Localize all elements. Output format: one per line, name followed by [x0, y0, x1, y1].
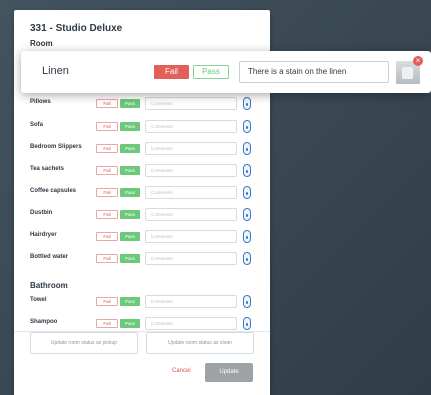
- update-status-clean-button[interactable]: Update room status as clean: [146, 332, 254, 354]
- pass-button[interactable]: Pass: [120, 254, 140, 263]
- fail-button[interactable]: Fail: [96, 254, 118, 263]
- item-label: Bottled water: [30, 254, 69, 260]
- room-title: 331 - Studio Deluxe: [30, 23, 123, 34]
- fail-button[interactable]: Fail: [96, 166, 118, 175]
- comments-input[interactable]: Comments: [145, 295, 237, 308]
- fail-button[interactable]: Fail: [96, 210, 118, 219]
- fail-button[interactable]: Fail: [96, 319, 118, 328]
- pass-button[interactable]: Pass: [120, 297, 140, 306]
- pass-button[interactable]: Pass: [120, 188, 140, 197]
- item-label: Pillows: [30, 99, 51, 105]
- fail-button[interactable]: Fail: [154, 65, 189, 79]
- comments-input[interactable]: Comments: [145, 120, 237, 133]
- item-label: Shampoo: [30, 319, 58, 325]
- checklist-row: Coffee capsules Fail Pass Comments: [14, 186, 270, 200]
- linen-item-popup: Linen Fail Pass There is a stain on the …: [21, 51, 431, 93]
- checklist-row: Hairdryer Fail Pass Comments: [14, 230, 270, 244]
- comments-input[interactable]: Comments: [145, 142, 237, 155]
- section-room-heading: Room: [30, 39, 53, 48]
- checklist-row: Towel Fail Pass Comments: [14, 295, 270, 309]
- checklist-row: Dustbin Fail Pass Comments: [14, 208, 270, 222]
- checklist-row: Bottled water Fail Pass Comments: [14, 252, 270, 266]
- checklist-row: Bedroom Slippers Fail Pass Comments: [14, 142, 270, 156]
- camera-icon[interactable]: [243, 317, 251, 330]
- fail-button[interactable]: Fail: [96, 144, 118, 153]
- checklist-row: Sofa Fail Pass Comments: [14, 120, 270, 134]
- pass-button[interactable]: Pass: [120, 210, 140, 219]
- comments-input[interactable]: Comments: [145, 186, 237, 199]
- pass-button[interactable]: Pass: [120, 319, 140, 328]
- pass-button[interactable]: Pass: [120, 144, 140, 153]
- item-label: Linen: [42, 65, 69, 77]
- pass-button[interactable]: Pass: [120, 232, 140, 241]
- camera-icon[interactable]: [243, 186, 251, 199]
- item-label: Hairdryer: [30, 232, 57, 238]
- comments-input[interactable]: Comments: [145, 97, 237, 110]
- comments-input[interactable]: Comments: [145, 164, 237, 177]
- fail-button[interactable]: Fail: [96, 297, 118, 306]
- fail-button[interactable]: Fail: [96, 99, 118, 108]
- checklist-row: Shampoo Fail Pass Comments: [14, 317, 270, 331]
- close-icon[interactable]: ×: [413, 56, 423, 66]
- camera-icon[interactable]: [243, 164, 251, 177]
- fail-button[interactable]: Fail: [96, 122, 118, 131]
- fail-button[interactable]: Fail: [96, 188, 118, 197]
- comment-input[interactable]: There is a stain on the linen: [239, 61, 389, 83]
- camera-icon[interactable]: [243, 97, 251, 110]
- camera-icon[interactable]: [243, 230, 251, 243]
- update-button[interactable]: Update: [205, 363, 253, 382]
- cancel-button[interactable]: Cancel: [172, 368, 191, 374]
- checklist-row: Pillows Fail Pass Comments: [14, 97, 270, 111]
- item-label: Sofa: [30, 122, 44, 128]
- pass-button[interactable]: Pass: [120, 166, 140, 175]
- pass-button[interactable]: Pass: [193, 65, 229, 79]
- update-status-pickup-button[interactable]: Update room status as pickup: [30, 332, 138, 354]
- camera-icon[interactable]: [243, 120, 251, 133]
- comments-input[interactable]: Comments: [145, 208, 237, 221]
- pass-button[interactable]: Pass: [120, 99, 140, 108]
- comments-input[interactable]: Comments: [145, 252, 237, 265]
- comments-input[interactable]: Comments: [145, 230, 237, 243]
- item-label: Bedroom Slippers: [30, 144, 82, 150]
- fail-button[interactable]: Fail: [96, 232, 118, 241]
- camera-icon[interactable]: [243, 142, 251, 155]
- item-label: Dustbin: [30, 210, 53, 216]
- comments-input[interactable]: Comments: [145, 317, 237, 330]
- camera-icon[interactable]: [243, 295, 251, 308]
- item-label: Coffee capsules: [30, 188, 77, 194]
- camera-icon[interactable]: [243, 208, 251, 221]
- section-bathroom-heading: Bathroom: [30, 281, 68, 290]
- item-label: Tea sachets: [30, 166, 64, 172]
- pass-button[interactable]: Pass: [120, 122, 140, 131]
- item-label: Towel: [30, 297, 47, 303]
- camera-icon[interactable]: [243, 252, 251, 265]
- checklist-row: Tea sachets Fail Pass Comments: [14, 164, 270, 178]
